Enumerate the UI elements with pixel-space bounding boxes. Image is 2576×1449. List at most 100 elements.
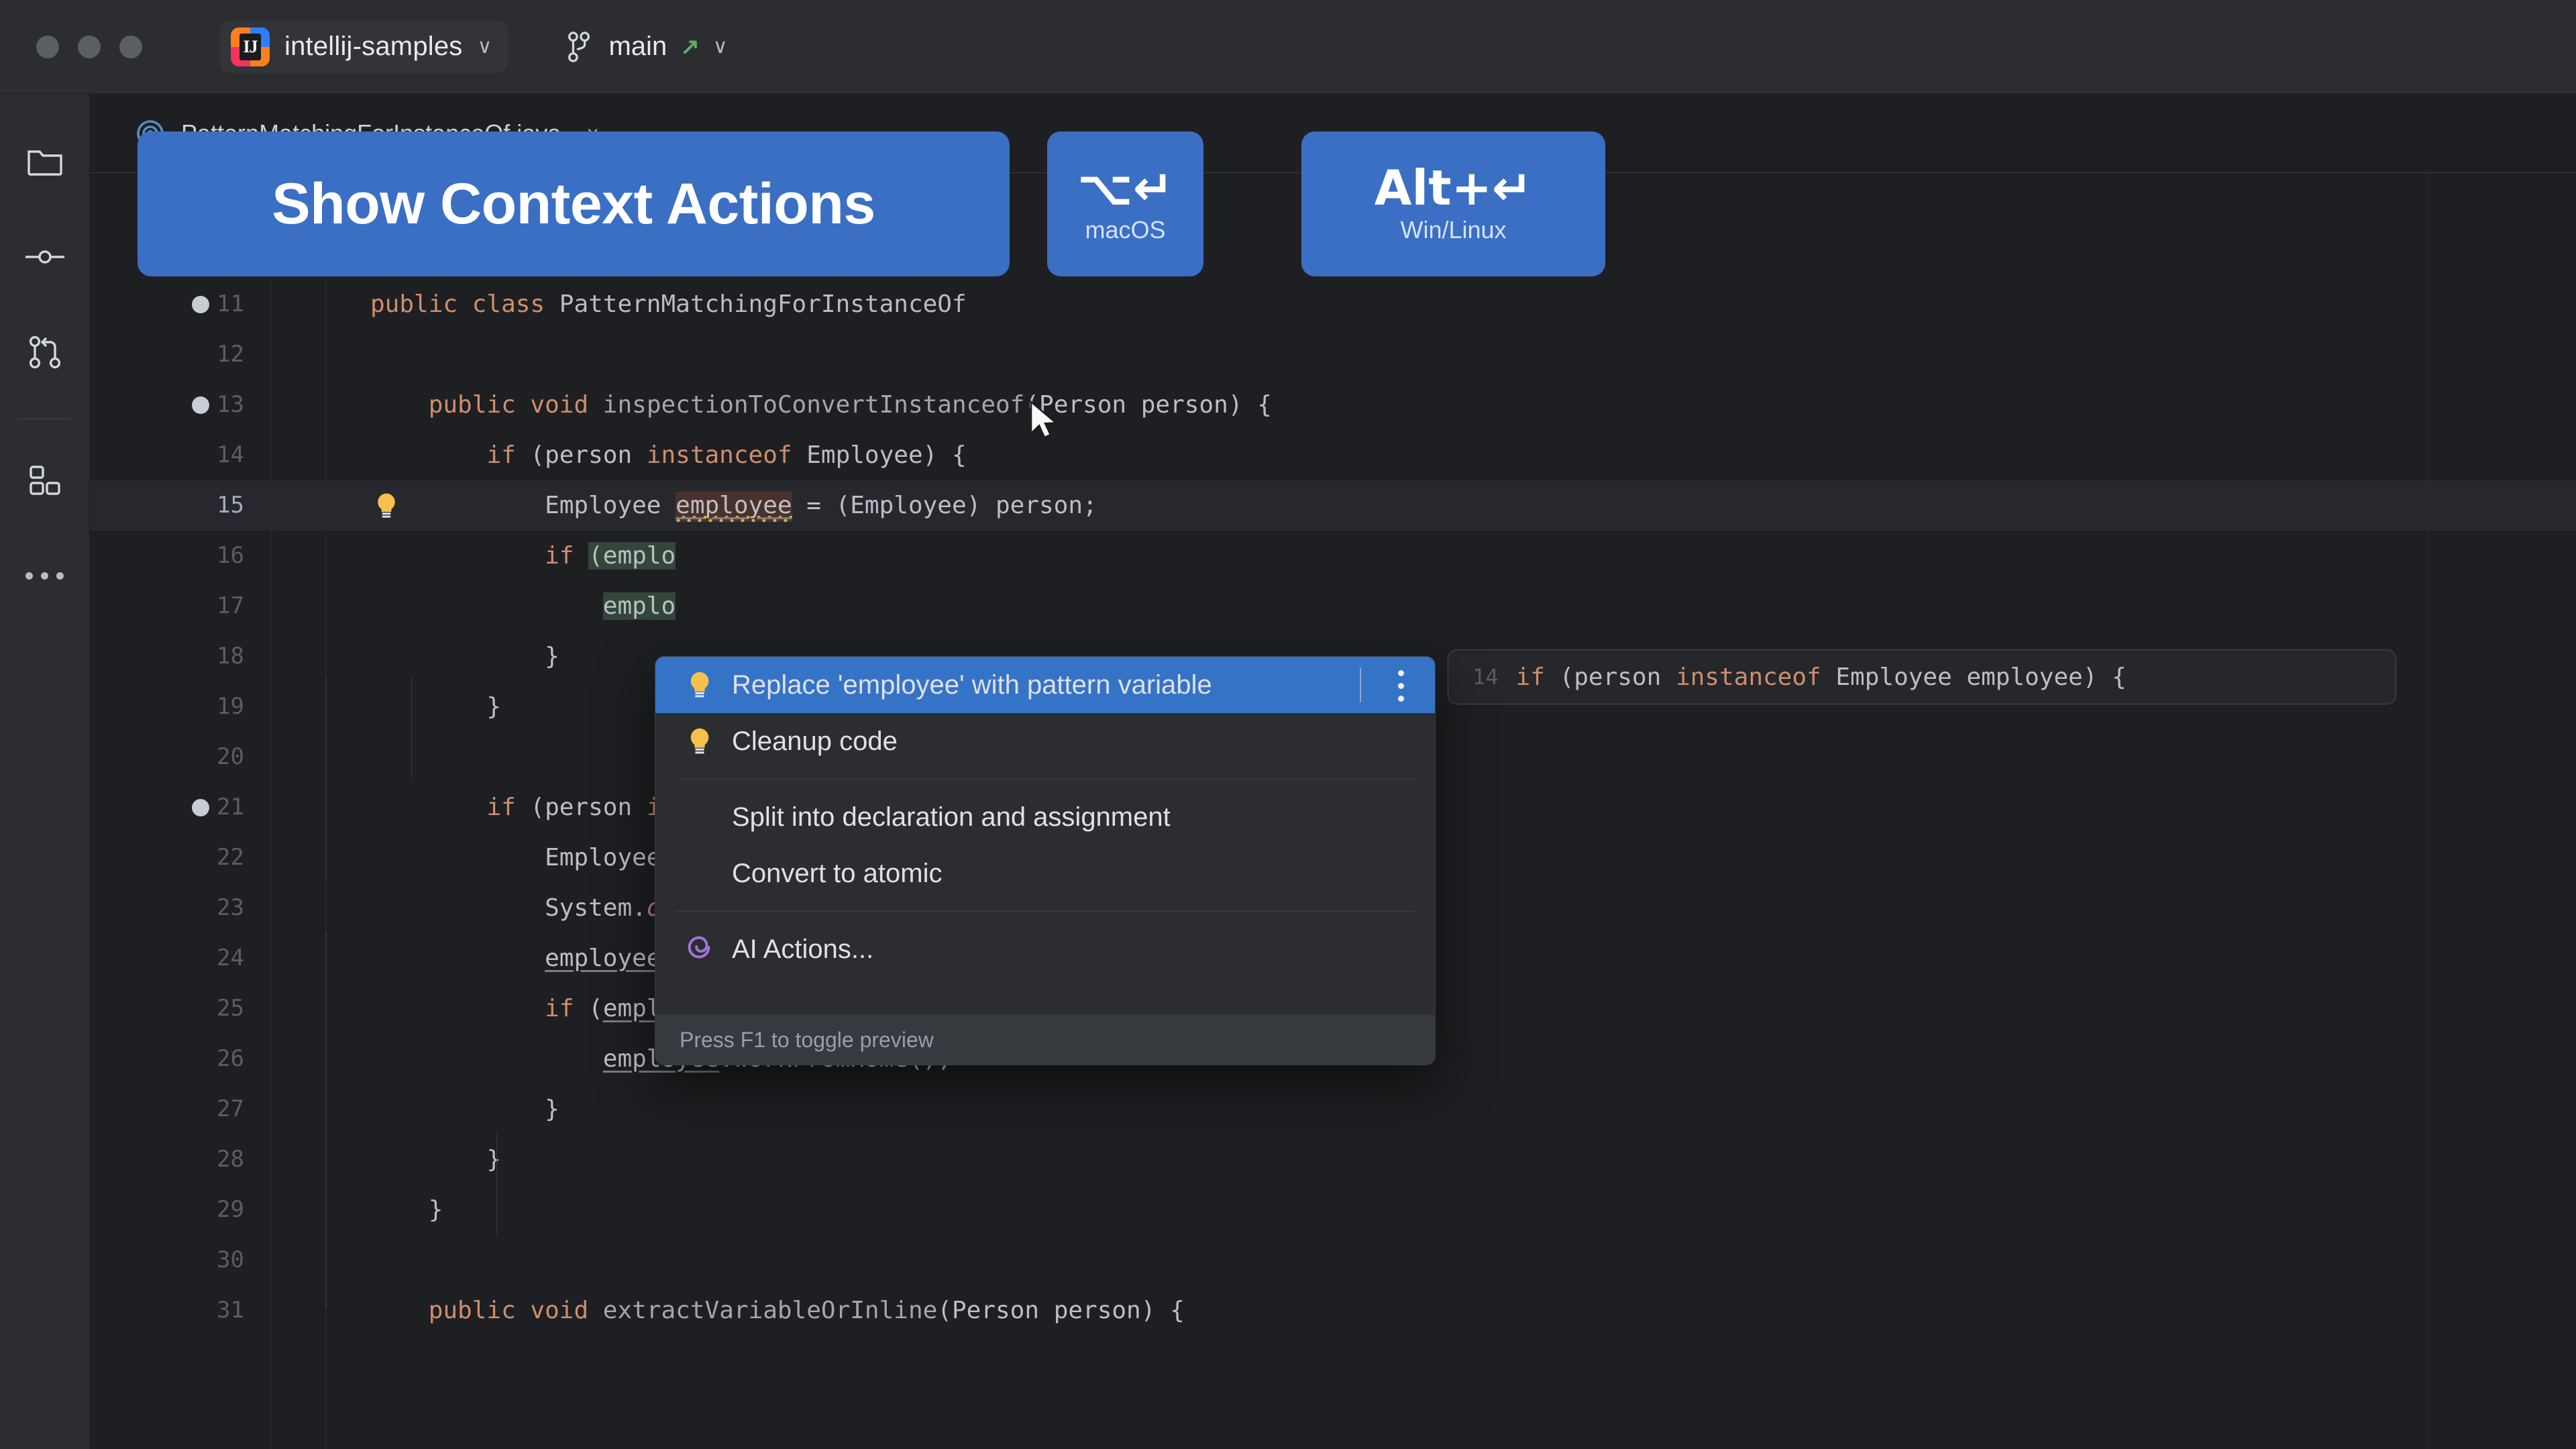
chevron-down-icon[interactable]: ∨ — [713, 36, 728, 57]
code-line: 30 — [90, 1235, 2576, 1285]
branch-name: main — [608, 32, 667, 61]
code-line: 31 public void extractVariableOrInline(P… — [90, 1285, 2576, 1336]
code-line: 16 if (emplo — [90, 531, 2576, 581]
code-text: public void inspectionToConvertInstanceo… — [428, 391, 1272, 419]
code-line: 3 › import ... — [90, 178, 2576, 229]
indent-guide — [326, 932, 327, 1308]
more-vertical-icon[interactable] — [1398, 670, 1404, 702]
code-line: 27 } — [90, 1084, 2576, 1134]
fold-arrow-icon[interactable]: › — [291, 178, 318, 229]
line-number: 27 — [217, 1095, 244, 1122]
chevron-down-icon[interactable]: ∨ — [478, 36, 492, 57]
menu-item-label: AI Actions... — [732, 934, 874, 964]
line-number: 20 — [217, 743, 244, 770]
preview-code: if (person instanceof Employee employee)… — [1515, 663, 2127, 691]
code-text: } — [370, 693, 502, 720]
lightbulb-icon — [682, 724, 717, 759]
close-icon[interactable]: × — [586, 121, 599, 146]
code-line: 11 public class PatternMatchingForInstanc… — [90, 279, 2576, 329]
line-number: 14 — [217, 441, 244, 468]
line-number: 31 — [217, 1297, 244, 1324]
code-text: } — [370, 1196, 443, 1224]
push-indicator-icon: ↗ — [680, 34, 700, 60]
code-text: } — [370, 1095, 559, 1123]
mouse-cursor — [1030, 400, 1059, 439]
minimize-window-button[interactable] — [78, 35, 101, 58]
line-number: 30 — [217, 1246, 244, 1273]
menu-separator — [676, 779, 1415, 780]
context-actions-popup[interactable]: Replace 'employee' with pattern variable… — [655, 656, 1436, 1065]
line-number: 12 — [217, 341, 244, 368]
menu-item[interactable]: Replace 'employee' with pattern variable — [655, 657, 1435, 713]
code-text: } — [370, 1146, 502, 1173]
menu-item[interactable]: Cleanup code — [655, 713, 1435, 769]
editor-right-divider — [2428, 173, 2429, 1449]
sidebar-item-project[interactable] — [12, 129, 78, 195]
editor-tab-bar: PatternMatchingForInstanceOf.java × — [90, 94, 2576, 173]
line-number: 22 — [217, 844, 244, 871]
line-number: 29 — [217, 1196, 244, 1223]
code-line: 10 — [90, 229, 2576, 279]
line-number: 10 — [217, 240, 244, 267]
branch-selector[interactable]: main ↗ ∨ — [551, 23, 741, 71]
menu-item-label: Split into declaration and assignment — [732, 802, 1171, 832]
line-number: 17 — [217, 592, 244, 619]
code-line: 28 } — [90, 1134, 2576, 1185]
code-text: if (person instanceof Employee) { — [486, 441, 967, 469]
window-controls[interactable] — [36, 35, 142, 58]
left-tool-strip — [0, 94, 90, 1449]
code-line: 17 emplo — [90, 581, 2576, 631]
indent-guide — [496, 1134, 497, 1234]
line-number: 28 — [217, 1146, 244, 1173]
code-text: Employee employee = (Employee) person; — [370, 480, 1097, 531]
indent-guide — [326, 678, 327, 879]
code-text: public class PatternMatchingForInstanceO… — [370, 290, 981, 318]
menu-item[interactable]: Split into declaration and assignment — [655, 789, 1435, 845]
code-text: public void extractVariableOrInline(Pers… — [428, 1297, 1185, 1324]
menu-item-icon-placeholder — [682, 856, 717, 891]
intention-preview-card: 14 if (person instanceof Employee employe… — [1448, 649, 2396, 704]
code-line: 14 if (person instanceof Employee) { — [90, 430, 2576, 480]
code-line: 12 — [90, 329, 2576, 380]
lightbulb-icon — [682, 667, 717, 702]
code-text: System.ou — [370, 894, 676, 922]
menu-item[interactable]: Convert to atomic — [655, 845, 1435, 902]
sidebar-item-more[interactable] — [12, 543, 78, 608]
line-number: 23 — [217, 894, 244, 921]
code-text: } — [370, 643, 559, 670]
zoom-window-button[interactable] — [119, 35, 142, 58]
pull-request-icon — [29, 335, 60, 369]
code-text: import ... — [370, 178, 527, 229]
tab-label: PatternMatchingForInstanceOf.java — [181, 119, 561, 147]
editor-tab[interactable]: PatternMatchingForInstanceOf.java × — [117, 94, 616, 173]
code-text: if (person in — [486, 794, 676, 821]
line-number: 19 — [217, 693, 244, 720]
menu-item[interactable]: AI Actions... — [655, 921, 1435, 977]
line-number: 26 — [217, 1045, 244, 1072]
code-text: Employee — [370, 844, 661, 871]
java-class-icon — [137, 120, 164, 147]
gutter-marker-icon[interactable] — [192, 295, 209, 313]
gutter-marker-icon[interactable] — [192, 396, 209, 414]
intellij-idea-logo-icon: IJ — [231, 27, 270, 66]
git-branch-icon — [568, 31, 590, 62]
sidebar-item-commit[interactable] — [12, 224, 78, 290]
code-line: 13 public void inspectionToConvertInstan… — [90, 380, 2576, 430]
sidebar-item-plugins[interactable] — [12, 447, 78, 513]
close-window-button[interactable] — [36, 35, 59, 58]
ai-spiral-icon — [682, 932, 717, 967]
indent-guide — [411, 678, 412, 778]
commit-icon — [25, 250, 64, 264]
popup-hint: Press F1 to toggle preview — [655, 1015, 1435, 1065]
project-name: intellij-samples — [284, 32, 463, 61]
menu-item-divider — [1360, 667, 1361, 702]
sidebar-item-pull-requests[interactable] — [12, 319, 78, 385]
project-selector[interactable]: IJ intellij-samples ∨ — [220, 21, 508, 73]
code-text: if (emplo — [545, 542, 676, 570]
line-number: 15 — [217, 492, 244, 519]
line-number: 18 — [217, 643, 244, 669]
gutter-marker-icon[interactable] — [192, 798, 209, 816]
more-horizontal-icon — [25, 572, 64, 580]
preview-line-number: 14 — [1472, 664, 1499, 690]
line-number: 3 — [230, 190, 244, 217]
